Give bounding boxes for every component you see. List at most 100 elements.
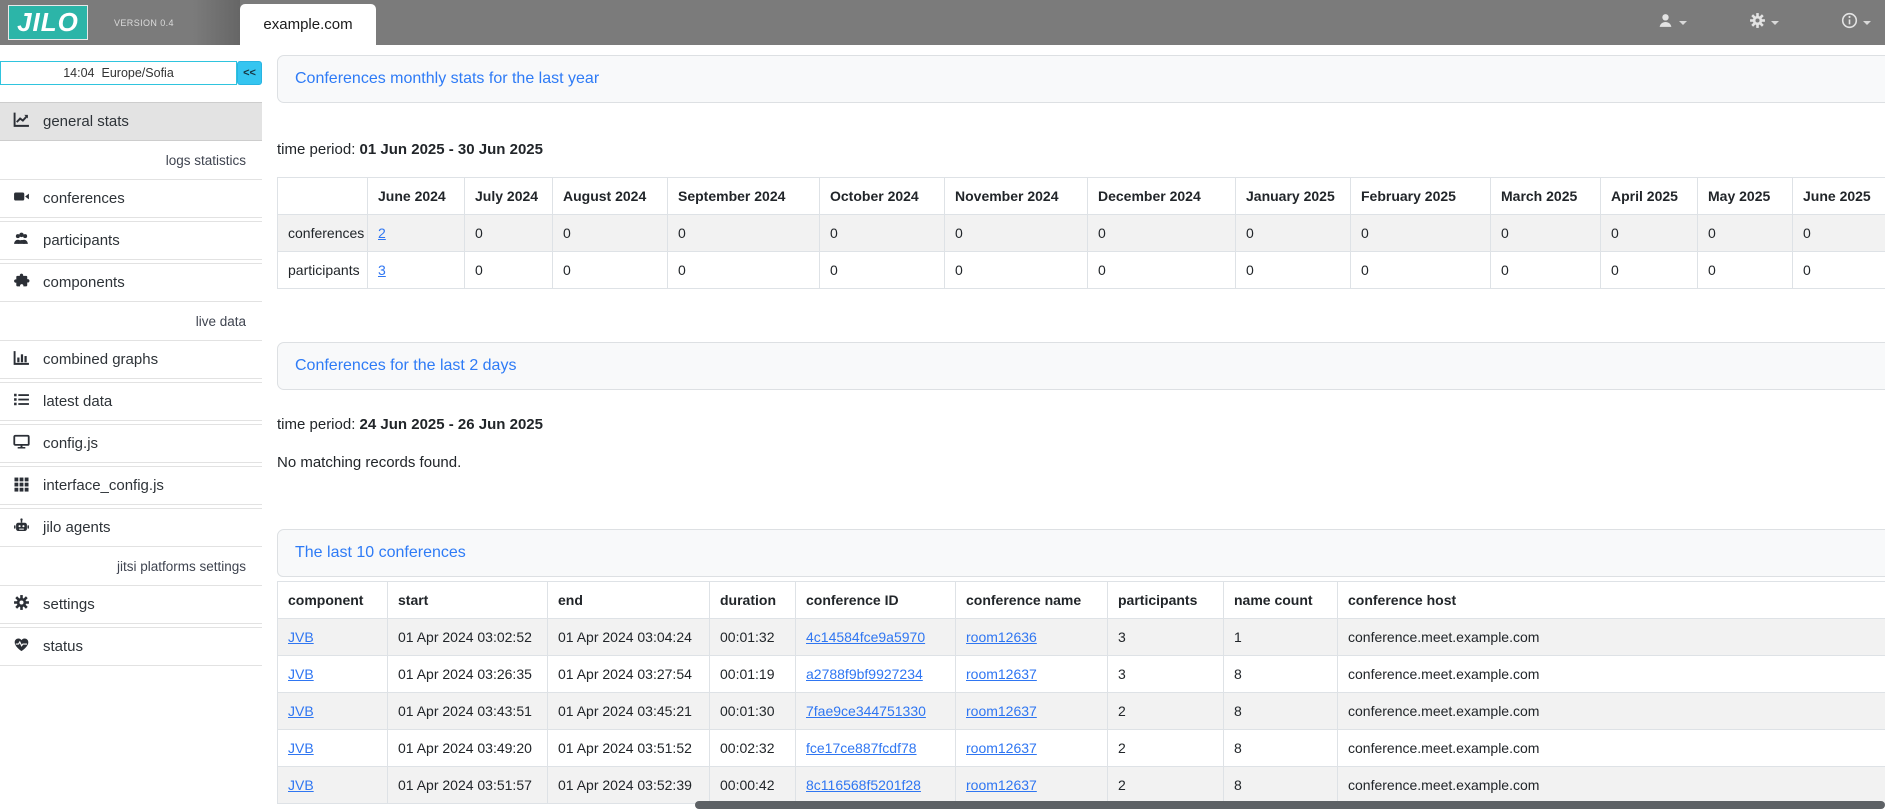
component-link[interactable]: JVB (288, 777, 314, 793)
info-menu-button[interactable] (1841, 12, 1871, 34)
sidebar-item-label: participants (43, 232, 120, 249)
component-link[interactable]: JVB (288, 666, 314, 682)
component-link[interactable]: JVB (288, 629, 314, 645)
participants-cell: 3 (1108, 619, 1224, 656)
settings-menu-button[interactable] (1749, 12, 1779, 34)
stat-value-cell: 0 (1491, 215, 1601, 252)
stat-value-cell: 0 (1236, 252, 1351, 289)
platform-tab-label: example.com (263, 16, 352, 33)
conference-ID-link[interactable]: fce17ce887fcdf78 (806, 740, 917, 756)
last-two-days-time-period: time period: 24 Jun 2025 - 26 Jun 2025 (277, 416, 1885, 433)
duration-cell: 00:02:32 (710, 730, 796, 767)
conference-ID-link[interactable]: 7fae9ce344751330 (806, 703, 926, 719)
stat-value-link[interactable]: 3 (378, 262, 386, 278)
app-logo[interactable]: JILO (8, 5, 88, 40)
row-label-cell: participants (278, 252, 368, 289)
component-cell: JVB (278, 693, 388, 730)
month-column-header: January 2025 (1236, 178, 1351, 215)
sidebar-item-components[interactable]: components (0, 263, 262, 302)
start-cell: 01 Apr 2024 03:02:52 (388, 619, 548, 656)
clock-time: 14:04 (63, 66, 94, 80)
name-count-cell: 8 (1224, 693, 1338, 730)
robot-icon (13, 517, 30, 538)
conference-host-cell: conference.meet.example.com (1338, 619, 1885, 656)
start-cell: 01 Apr 2024 03:49:20 (388, 730, 548, 767)
section-label-jitsi-platforms-settings: jitsi platforms settings (0, 556, 262, 578)
top-navbar: JILO VERSION 0.4 example.com (0, 0, 1885, 45)
conference-ID-link[interactable]: 4c14584fce9a5970 (806, 629, 925, 645)
stat-value-cell: 0 (465, 252, 553, 289)
month-column-header: February 2025 (1351, 178, 1491, 215)
component-cell: JVB (278, 619, 388, 656)
conference-name-link[interactable]: room12637 (966, 666, 1037, 682)
participants-cell: 3 (1108, 656, 1224, 693)
stat-value-cell: 2 (368, 215, 465, 252)
last-conferences-title-link[interactable]: The last 10 conferences (295, 544, 466, 562)
conference-name-link[interactable]: room12637 (966, 777, 1037, 793)
conference-column-header: participants (1108, 582, 1224, 619)
month-column-header: June 2024 (368, 178, 465, 215)
conference-ID-cell: fce17ce887fcdf78 (796, 730, 956, 767)
stat-value-cell: 0 (1601, 252, 1698, 289)
monthly-stats-title-link[interactable]: Conferences monthly stats for the last y… (295, 70, 599, 88)
component-link[interactable]: JVB (288, 740, 314, 756)
sidebar-item-general-stats[interactable]: general stats (0, 102, 262, 141)
sidebar-item-participants[interactable]: participants (0, 221, 262, 260)
stat-value-cell: 0 (1491, 252, 1601, 289)
conference-host-cell: conference.meet.example.com (1338, 693, 1885, 730)
sidebar-menu: general stats logs statistics conference… (0, 102, 262, 666)
end-cell: 01 Apr 2024 03:04:24 (548, 619, 710, 656)
platform-tab-example-com[interactable]: example.com (240, 4, 376, 45)
conference-column-header: conference name (956, 582, 1108, 619)
stat-value-cell: 0 (1088, 215, 1236, 252)
conference-ID-link[interactable]: a2788f9bf9927234 (806, 666, 923, 682)
conference-name-link[interactable]: room12637 (966, 703, 1037, 719)
stat-value-cell: 0 (1351, 252, 1491, 289)
chevron-down-icon (1771, 21, 1779, 25)
clock-timezone: Europe/Sofia (102, 66, 174, 80)
sidebar-item-label: interface_config.js (43, 477, 164, 494)
sidebar-collapse-button[interactable]: << (237, 61, 262, 85)
month-column-header: August 2024 (553, 178, 668, 215)
sidebar-item-conferences[interactable]: conferences (0, 179, 262, 218)
time-period-label: time period: (277, 141, 355, 158)
stat-value-cell: 0 (553, 215, 668, 252)
conference-column-header: component (278, 582, 388, 619)
sidebar-item-jilo-agents[interactable]: jilo agents (0, 508, 262, 547)
month-column-header: December 2024 (1088, 178, 1236, 215)
sidebar-item-label: status (43, 638, 83, 655)
conference-ID-link[interactable]: 8c116568f5201f28 (806, 777, 921, 793)
sidebar-item-settings[interactable]: settings (0, 585, 262, 624)
start-cell: 01 Apr 2024 03:26:35 (388, 656, 548, 693)
user-menu-button[interactable] (1657, 12, 1687, 34)
last-two-days-title-link[interactable]: Conferences for the last 2 days (295, 357, 516, 375)
no-records-message: No matching records found. (277, 454, 1885, 471)
component-link[interactable]: JVB (288, 703, 314, 719)
sidebar-item-interface-config-js[interactable]: interface_config.js (0, 466, 262, 505)
stat-value-link[interactable]: 2 (378, 225, 386, 241)
sidebar-item-config-js[interactable]: config.js (0, 424, 262, 463)
last-two-days-card-header: Conferences for the last 2 days (277, 342, 1885, 390)
monthly-header-row: June 2024July 2024August 2024September 2… (278, 178, 1885, 215)
info-icon (1841, 12, 1858, 34)
chevron-down-icon (1679, 21, 1687, 25)
conference-ID-cell: 4c14584fce9a5970 (796, 619, 956, 656)
sidebar-item-combined-graphs[interactable]: combined graphs (0, 340, 262, 379)
conference-ID-cell: a2788f9bf9927234 (796, 656, 956, 693)
navbar-menus (1657, 0, 1871, 45)
puzzle-icon (13, 272, 30, 293)
sidebar-item-status[interactable]: status (0, 627, 262, 666)
stat-value-cell: 0 (668, 252, 820, 289)
participants-cell: 2 (1108, 693, 1224, 730)
stat-value-cell: 0 (820, 215, 945, 252)
conference-name-cell: room12636 (956, 619, 1108, 656)
conferences-header-row: componentstartenddurationconference IDco… (278, 582, 1885, 619)
horizontal-scrollbar-thumb[interactable] (695, 801, 1885, 809)
name-count-cell: 8 (1224, 656, 1338, 693)
conference-name-link[interactable]: room12637 (966, 740, 1037, 756)
conference-name-cell: room12637 (956, 730, 1108, 767)
conference-name-link[interactable]: room12636 (966, 629, 1037, 645)
sidebar-item-latest-data[interactable]: latest data (0, 382, 262, 421)
stat-value-cell: 0 (1698, 215, 1793, 252)
heart-pulse-icon (13, 636, 30, 657)
